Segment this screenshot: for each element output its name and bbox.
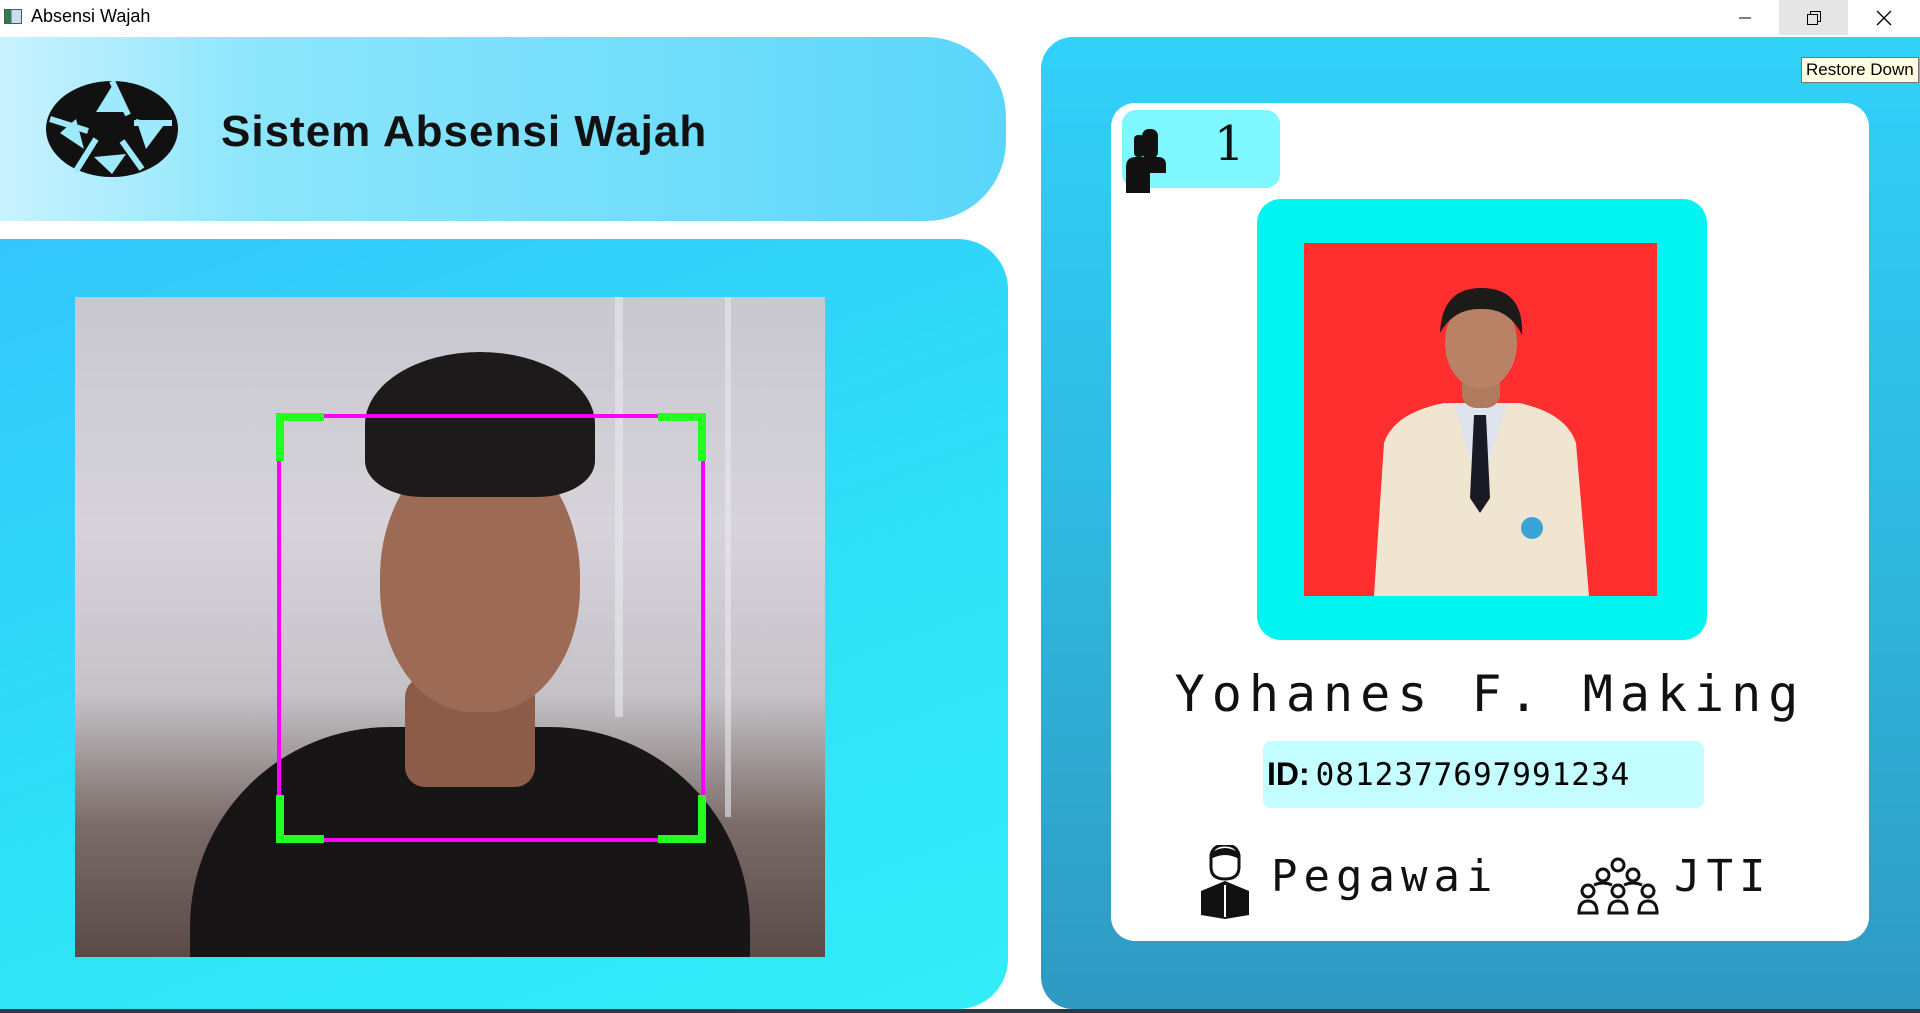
photo-frame	[1257, 199, 1707, 640]
detection-corner	[658, 795, 706, 843]
detection-corner	[276, 795, 324, 843]
header-panel: Sistem Absensi Wajah	[0, 37, 1006, 221]
attendance-number: 1	[1214, 116, 1245, 172]
attendance-number-badge: 1	[1122, 110, 1280, 193]
employee-name: Yohanes F. Making	[1174, 665, 1806, 723]
restore-icon	[1806, 10, 1821, 25]
raised-hand-icon	[1126, 129, 1166, 193]
restore-button[interactable]	[1779, 0, 1848, 35]
window-title: Absensi Wajah	[31, 6, 151, 26]
employee-department: JTI	[1674, 851, 1772, 902]
app-icon	[4, 9, 22, 24]
close-icon	[1876, 10, 1891, 25]
attendance-panel: 1 Yohanes F. Making ID: 0812377697991234	[1041, 37, 1920, 1009]
restore-down-tooltip: Restore Down	[1801, 57, 1919, 83]
group-icon	[1577, 857, 1659, 915]
detection-corner	[658, 413, 706, 461]
window-titlebar[interactable]: Absensi Wajah	[0, 0, 1920, 35]
wall-tile-line	[725, 297, 731, 817]
camera-shutter-icon	[46, 79, 178, 177]
detection-corner	[276, 413, 324, 461]
employee-role: Pegawai	[1271, 851, 1499, 902]
window-bottom-border	[0, 1009, 1920, 1013]
employee-id-box: ID: 0812377697991234	[1263, 741, 1704, 808]
employee-card: 1 Yohanes F. Making ID: 0812377697991234	[1111, 103, 1869, 941]
employee-photo-figure	[1374, 288, 1589, 596]
face-detection-box	[276, 413, 706, 843]
employee-reading-icon	[1201, 845, 1249, 919]
close-button[interactable]	[1849, 0, 1918, 35]
camera-panel	[0, 239, 1008, 1009]
employee-photo	[1304, 243, 1657, 596]
minimize-icon	[1738, 17, 1751, 18]
id-value: 0812377697991234	[1315, 756, 1631, 793]
app-title: Sistem Absensi Wajah	[221, 107, 708, 156]
minimize-button[interactable]	[1710, 0, 1779, 35]
camera-feed	[75, 297, 825, 957]
id-label: ID:	[1267, 756, 1310, 792]
